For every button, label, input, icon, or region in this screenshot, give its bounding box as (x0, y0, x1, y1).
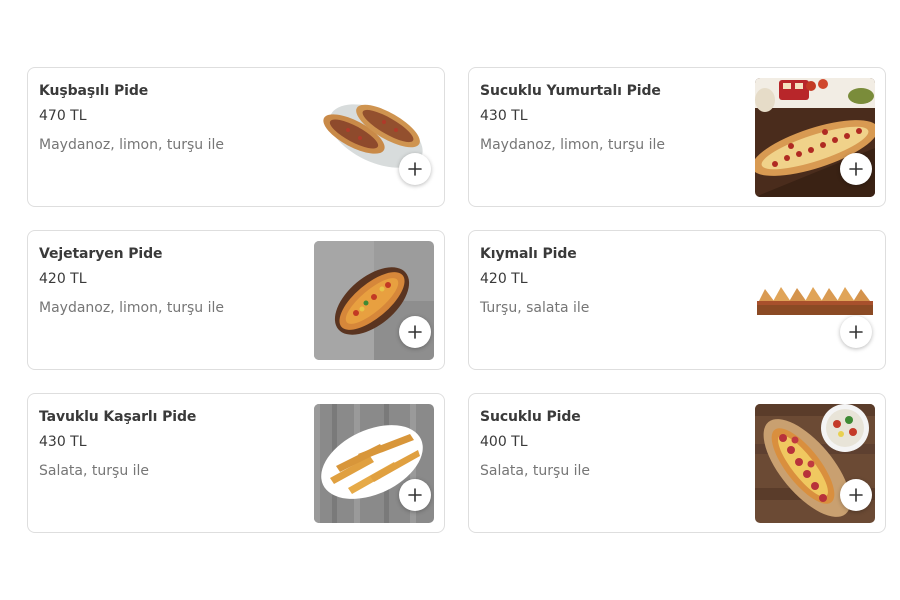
menu-item-price: 430 TL (480, 108, 528, 124)
menu-item-name: Kuşbaşılı Pide (39, 83, 149, 99)
plus-icon (408, 325, 422, 339)
menu-item-description: Maydanoz, limon, turşu ile (39, 300, 224, 316)
menu-item-info: Tavuklu Kaşarlı Pide 430 TL Salata, turş… (39, 407, 309, 481)
add-to-cart-button[interactable] (840, 479, 872, 511)
menu-grid: Kuşbaşılı Pide 470 TL Maydanoz, limon, t… (27, 67, 886, 533)
menu-item-description: Maydanoz, limon, turşu ile (480, 137, 665, 153)
add-to-cart-button[interactable] (399, 479, 431, 511)
menu-item-name: Sucuklu Pide (480, 409, 581, 425)
plus-icon (849, 162, 863, 176)
menu-item-description: Turşu, salata ile (480, 300, 590, 316)
menu-item-info: Sucuklu Yumurtalı Pide 430 TL Maydanoz, … (480, 81, 750, 155)
plus-icon (849, 325, 863, 339)
menu-item-price: 430 TL (39, 434, 87, 450)
menu-item-info: Kıymalı Pide 420 TL Turşu, salata ile (480, 244, 750, 318)
menu-item-card[interactable]: Kuşbaşılı Pide 470 TL Maydanoz, limon, t… (27, 67, 445, 207)
menu-item-info: Sucuklu Pide 400 TL Salata, turşu ile (480, 407, 750, 481)
menu-item-info: Kuşbaşılı Pide 470 TL Maydanoz, limon, t… (39, 81, 309, 155)
menu-item-price: 420 TL (39, 271, 87, 287)
menu-item-name: Vejetaryen Pide (39, 246, 163, 262)
plus-icon (849, 488, 863, 502)
plus-icon (408, 488, 422, 502)
plus-icon (408, 162, 422, 176)
menu-item-name: Sucuklu Yumurtalı Pide (480, 83, 661, 99)
menu-item-card[interactable]: Tavuklu Kaşarlı Pide 430 TL Salata, turş… (27, 393, 445, 533)
menu-item-price: 470 TL (39, 108, 87, 124)
menu-item-card[interactable]: Vejetaryen Pide 420 TL Maydanoz, limon, … (27, 230, 445, 370)
menu-item-card[interactable]: Sucuklu Pide 400 TL Salata, turşu ile (468, 393, 886, 533)
menu-item-description: Maydanoz, limon, turşu ile (39, 137, 224, 153)
menu-item-card[interactable]: Kıymalı Pide 420 TL Turşu, salata ile (468, 230, 886, 370)
menu-item-price: 420 TL (480, 271, 528, 287)
add-to-cart-button[interactable] (840, 153, 872, 185)
menu-item-name: Tavuklu Kaşarlı Pide (39, 409, 197, 425)
menu-item-description: Salata, turşu ile (39, 463, 150, 479)
menu-item-info: Vejetaryen Pide 420 TL Maydanoz, limon, … (39, 244, 309, 318)
menu-item-card[interactable]: Sucuklu Yumurtalı Pide 430 TL Maydanoz, … (468, 67, 886, 207)
add-to-cart-button[interactable] (399, 316, 431, 348)
menu-item-price: 400 TL (480, 434, 528, 450)
menu-item-description: Salata, turşu ile (480, 463, 591, 479)
menu-item-name: Kıymalı Pide (480, 246, 577, 262)
add-to-cart-button[interactable] (399, 153, 431, 185)
add-to-cart-button[interactable] (840, 316, 872, 348)
